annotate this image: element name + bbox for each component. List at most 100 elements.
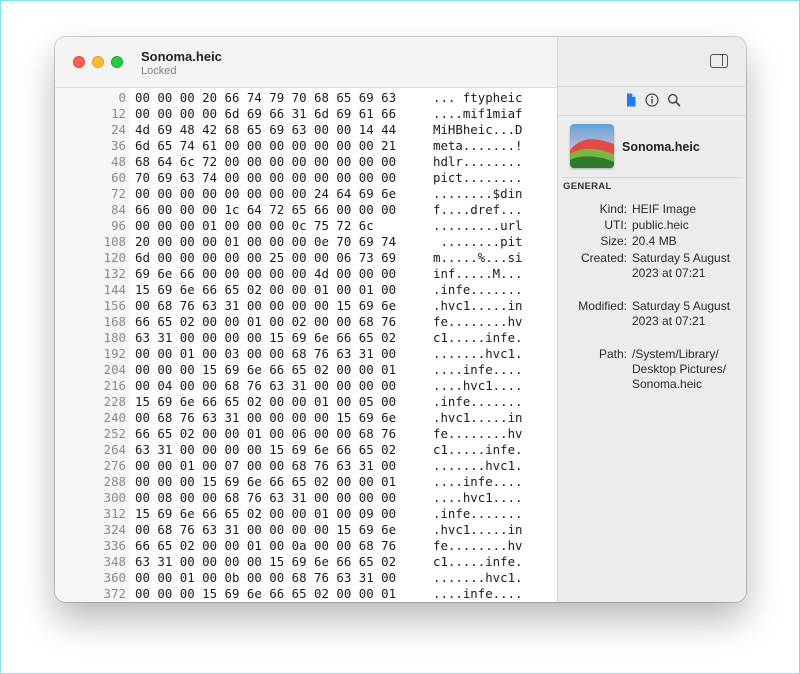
hex-row[interactable]: 360 00 00 01 00 0b 00 00 68 76 63 31 00..… [55, 570, 557, 586]
zoom-button[interactable] [111, 56, 123, 68]
hex-row[interactable]: 324 00 68 76 63 31 00 00 00 00 15 69 6e .h… [55, 522, 557, 538]
minimize-button[interactable] [92, 56, 104, 68]
hex-row[interactable]: 336 66 65 02 00 00 01 00 0a 00 00 68 76 fe… [55, 538, 557, 554]
row-ascii[interactable]: ....infe.... [433, 362, 523, 378]
row-ascii[interactable]: .hvc1.....in [433, 522, 523, 538]
row-bytes[interactable]: 00 00 00 01 00 00 00 0c 75 72 6c [135, 218, 374, 234]
row-ascii[interactable]: .infe....... [433, 394, 523, 410]
hex-row[interactable]: 204 00 00 00 15 69 6e 66 65 02 00 00 01..… [55, 362, 557, 378]
row-bytes[interactable]: 00 68 76 63 31 00 00 00 00 15 69 6e [135, 298, 396, 314]
row-bytes[interactable]: 6d 00 00 00 00 00 25 00 00 06 73 69 [135, 250, 396, 266]
row-bytes[interactable]: 66 00 00 00 1c 64 72 65 66 00 00 00 [135, 202, 396, 218]
row-bytes[interactable]: 00 04 00 00 68 76 63 31 00 00 00 00 [135, 378, 396, 394]
hex-row[interactable]: 192 00 00 01 00 03 00 00 68 76 63 31 00..… [55, 346, 557, 362]
row-ascii[interactable]: meta.......! [433, 138, 523, 154]
row-ascii[interactable]: ....hvc1.... [433, 378, 523, 394]
row-bytes[interactable]: 68 64 6c 72 00 00 00 00 00 00 00 00 [135, 154, 396, 170]
row-bytes[interactable]: 63 31 00 00 00 00 15 69 6e 66 65 02 [135, 330, 396, 346]
row-bytes[interactable]: 00 08 00 00 68 76 63 31 00 00 00 00 [135, 490, 396, 506]
row-bytes[interactable]: 00 00 00 00 00 00 00 00 24 64 69 6e [135, 186, 396, 202]
row-bytes[interactable]: 4d 69 48 42 68 65 69 63 00 00 14 44 [135, 122, 396, 138]
row-ascii[interactable]: MiHBheic...D [433, 122, 523, 138]
hex-row[interactable]: 264 63 31 00 00 00 00 15 69 6e 66 65 02 c1… [55, 442, 557, 458]
row-bytes[interactable]: 15 69 6e 66 65 02 00 00 01 00 05 00 [135, 394, 396, 410]
close-button[interactable] [73, 56, 85, 68]
hex-row[interactable]: 240 00 68 76 63 31 00 00 00 00 15 69 6e .h… [55, 410, 557, 426]
hex-row[interactable]: 24 4d 69 48 42 68 65 69 63 00 00 14 44 MiH… [55, 122, 557, 138]
row-bytes[interactable]: 00 68 76 63 31 00 00 00 00 15 69 6e [135, 522, 396, 538]
row-bytes[interactable]: 00 00 00 15 69 6e 66 65 02 00 00 01 [135, 586, 396, 602]
hex-row[interactable]: 216 00 04 00 00 68 76 63 31 00 00 00 00..… [55, 378, 557, 394]
hex-row[interactable]: 168 66 65 02 00 00 01 00 02 00 00 68 76 fe… [55, 314, 557, 330]
sidebar-toggle-icon[interactable] [710, 54, 728, 68]
row-bytes[interactable]: 15 69 6e 66 65 02 00 00 01 00 09 00 [135, 506, 396, 522]
row-bytes[interactable]: 6d 65 74 61 00 00 00 00 00 00 00 21 [135, 138, 396, 154]
row-ascii[interactable]: pict........ [433, 170, 523, 186]
hex-row[interactable]: 12 00 00 00 00 6d 69 66 31 6d 69 61 66...… [55, 106, 557, 122]
row-ascii[interactable]: .........url [433, 218, 523, 234]
row-ascii[interactable]: fe........hv [433, 426, 523, 442]
row-ascii[interactable]: f....dref... [433, 202, 523, 218]
row-bytes[interactable]: 00 00 00 15 69 6e 66 65 02 00 00 01 [135, 362, 396, 378]
hex-row[interactable]: 252 66 65 02 00 00 01 00 06 00 00 68 76 fe… [55, 426, 557, 442]
row-ascii[interactable]: c1.....infe. [433, 442, 523, 458]
row-ascii[interactable]: ........$din [433, 186, 523, 202]
row-ascii[interactable]: .......hvc1. [433, 570, 523, 586]
hex-row[interactable]: 156 00 68 76 63 31 00 00 00 00 15 69 6e .h… [55, 298, 557, 314]
row-ascii[interactable]: hdlr........ [433, 154, 523, 170]
row-bytes[interactable]: 63 31 00 00 00 00 15 69 6e 66 65 02 [135, 554, 396, 570]
row-bytes[interactable]: 00 00 01 00 03 00 00 68 76 63 31 00 [135, 346, 396, 362]
row-bytes[interactable]: 70 69 63 74 00 00 00 00 00 00 00 00 [135, 170, 396, 186]
row-ascii[interactable]: fe........hv [433, 314, 523, 330]
hex-row[interactable]: 60 70 69 63 74 00 00 00 00 00 00 00 00 pic… [55, 170, 557, 186]
row-bytes[interactable]: 00 00 01 00 07 00 00 68 76 63 31 00 [135, 458, 396, 474]
search-icon[interactable] [666, 92, 682, 108]
row-bytes[interactable]: 15 69 6e 66 65 02 00 00 01 00 01 00 [135, 282, 396, 298]
row-ascii[interactable]: .infe....... [433, 506, 523, 522]
row-ascii[interactable]: ....infe.... [433, 474, 523, 490]
row-ascii[interactable]: .infe....... [433, 282, 523, 298]
info-icon[interactable] [644, 92, 660, 108]
hex-row[interactable]: 348 63 31 00 00 00 00 15 69 6e 66 65 02 c1… [55, 554, 557, 570]
row-ascii[interactable]: .hvc1.....in [433, 410, 523, 426]
row-bytes[interactable]: 63 31 00 00 00 00 15 69 6e 66 65 02 [135, 442, 396, 458]
hex-row[interactable]: 108 20 00 00 00 01 00 00 00 0e 70 69 74 .… [55, 234, 557, 250]
row-ascii[interactable]: fe........hv [433, 538, 523, 554]
hex-row[interactable]: 372 00 00 00 15 69 6e 66 65 02 00 00 01..… [55, 586, 557, 602]
hex-view[interactable]: 0 00 00 00 20 66 74 79 70 68 65 69 63 ... … [55, 88, 557, 602]
hex-row[interactable]: 96 00 00 00 01 00 00 00 0c 75 72 6c......… [55, 218, 557, 234]
hex-row[interactable]: 132 69 6e 66 00 00 00 00 00 4d 00 00 00 in… [55, 266, 557, 282]
row-bytes[interactable]: 00 68 76 63 31 00 00 00 00 15 69 6e [135, 410, 396, 426]
row-ascii[interactable]: ....infe.... [433, 586, 523, 602]
row-ascii[interactable]: .hvc1.....in [433, 298, 523, 314]
hex-row[interactable]: 84 66 00 00 00 1c 64 72 65 66 00 00 00 f..… [55, 202, 557, 218]
hex-row[interactable]: 180 63 31 00 00 00 00 15 69 6e 66 65 02 c1… [55, 330, 557, 346]
hex-row[interactable]: 288 00 00 00 15 69 6e 66 65 02 00 00 01..… [55, 474, 557, 490]
row-bytes[interactable]: 00 00 00 15 69 6e 66 65 02 00 00 01 [135, 474, 396, 490]
row-ascii[interactable]: .......hvc1. [433, 458, 523, 474]
hex-row[interactable]: 276 00 00 01 00 07 00 00 68 76 63 31 00..… [55, 458, 557, 474]
hex-row[interactable]: 312 15 69 6e 66 65 02 00 00 01 00 09 00 .i… [55, 506, 557, 522]
row-ascii[interactable]: ....hvc1.... [433, 490, 523, 506]
row-bytes[interactable]: 66 65 02 00 00 01 00 02 00 00 68 76 [135, 314, 396, 330]
row-ascii[interactable]: inf.....M... [433, 266, 523, 282]
hex-row[interactable]: 300 00 08 00 00 68 76 63 31 00 00 00 00..… [55, 490, 557, 506]
hex-row[interactable]: 72 00 00 00 00 00 00 00 00 24 64 69 6e...… [55, 186, 557, 202]
row-bytes[interactable]: 66 65 02 00 00 01 00 06 00 00 68 76 [135, 426, 396, 442]
row-ascii[interactable]: m.....%...si [433, 250, 523, 266]
row-ascii[interactable]: .......hvc1. [433, 346, 523, 362]
row-bytes[interactable]: 00 00 00 20 66 74 79 70 68 65 69 63 [135, 90, 396, 106]
hex-row[interactable]: 48 68 64 6c 72 00 00 00 00 00 00 00 00 hdl… [55, 154, 557, 170]
document-icon[interactable] [623, 92, 639, 108]
row-bytes[interactable]: 69 6e 66 00 00 00 00 00 4d 00 00 00 [135, 266, 396, 282]
hex-row[interactable]: 228 15 69 6e 66 65 02 00 00 01 00 05 00 .i… [55, 394, 557, 410]
row-ascii[interactable]: ... ftypheic [433, 90, 523, 106]
row-ascii[interactable]: c1.....infe. [433, 330, 523, 346]
row-bytes[interactable]: 00 00 01 00 0b 00 00 68 76 63 31 00 [135, 570, 396, 586]
hex-row[interactable]: 0 00 00 00 20 66 74 79 70 68 65 69 63 ... … [55, 90, 557, 106]
row-bytes[interactable]: 00 00 00 00 6d 69 66 31 6d 69 61 66 [135, 106, 396, 122]
row-ascii[interactable]: ........pit [433, 234, 522, 250]
hex-row[interactable]: 120 6d 00 00 00 00 00 25 00 00 06 73 69 m.… [55, 250, 557, 266]
row-bytes[interactable]: 66 65 02 00 00 01 00 0a 00 00 68 76 [135, 538, 396, 554]
row-bytes[interactable]: 20 00 00 00 01 00 00 00 0e 70 69 74 [135, 234, 396, 250]
